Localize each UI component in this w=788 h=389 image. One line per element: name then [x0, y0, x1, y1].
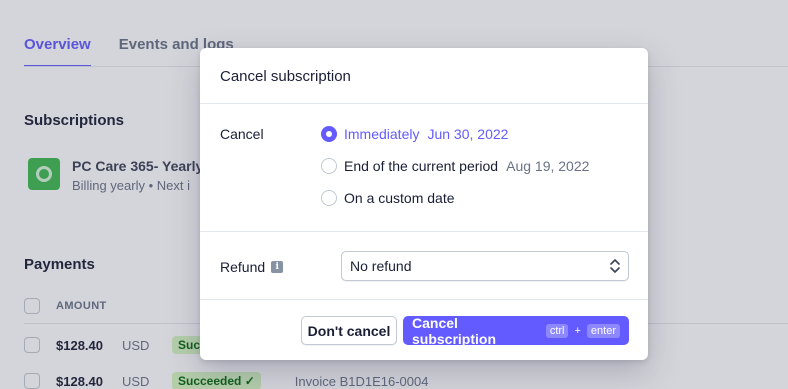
dialog-footer: Don't cancel Cancel subscription ctrl + …	[200, 300, 648, 360]
radio-immediately[interactable]: Immediately Jun 30, 2022	[321, 124, 589, 144]
radio-label: End of the current period	[344, 158, 499, 174]
radio-unchecked-icon[interactable]	[321, 190, 337, 206]
refund-label-group: Refund i	[220, 259, 284, 275]
cancel-subscription-label: Cancel subscription	[412, 314, 497, 347]
dialog-title: Cancel subscription	[220, 68, 351, 85]
cancel-subscription-dialog: Cancel subscription Cancel Immediately J…	[200, 48, 648, 360]
info-icon[interactable]: i	[271, 261, 284, 273]
radio-label: Immediately	[344, 126, 420, 142]
shortcut-key-ctrl: ctrl	[545, 323, 569, 338]
radio-unchecked-icon[interactable]	[321, 158, 337, 174]
cancel-subscription-button[interactable]: Cancel subscription ctrl + enter	[403, 314, 629, 347]
radio-label: On a custom date	[344, 190, 455, 206]
cancel-label: Cancel	[220, 126, 264, 142]
cancel-timing-radio-group: Immediately Jun 30, 2022 End of the curr…	[321, 124, 589, 220]
radio-date: Aug 19, 2022	[506, 158, 590, 174]
refund-label: Refund	[220, 259, 266, 275]
radio-custom-date[interactable]: On a custom date	[321, 188, 589, 208]
refund-select-value: No refund	[350, 258, 412, 274]
radio-date: Jun 30, 2022	[427, 126, 509, 142]
shortcut-plus: +	[574, 324, 581, 337]
dont-cancel-button[interactable]: Don't cancel	[301, 316, 397, 345]
refund-select[interactable]: No refund	[341, 251, 629, 281]
refund-section: Refund i No refund	[200, 232, 648, 300]
radio-checked-icon[interactable]	[321, 126, 337, 142]
cancel-timing-section: Cancel Immediately Jun 30, 2022 End of t…	[200, 104, 648, 232]
shortcut-key-enter: enter	[586, 323, 620, 338]
radio-end-of-period[interactable]: End of the current period Aug 19, 2022	[321, 156, 589, 176]
chevron-up-down-icon	[610, 259, 620, 273]
dialog-header: Cancel subscription	[200, 48, 648, 104]
